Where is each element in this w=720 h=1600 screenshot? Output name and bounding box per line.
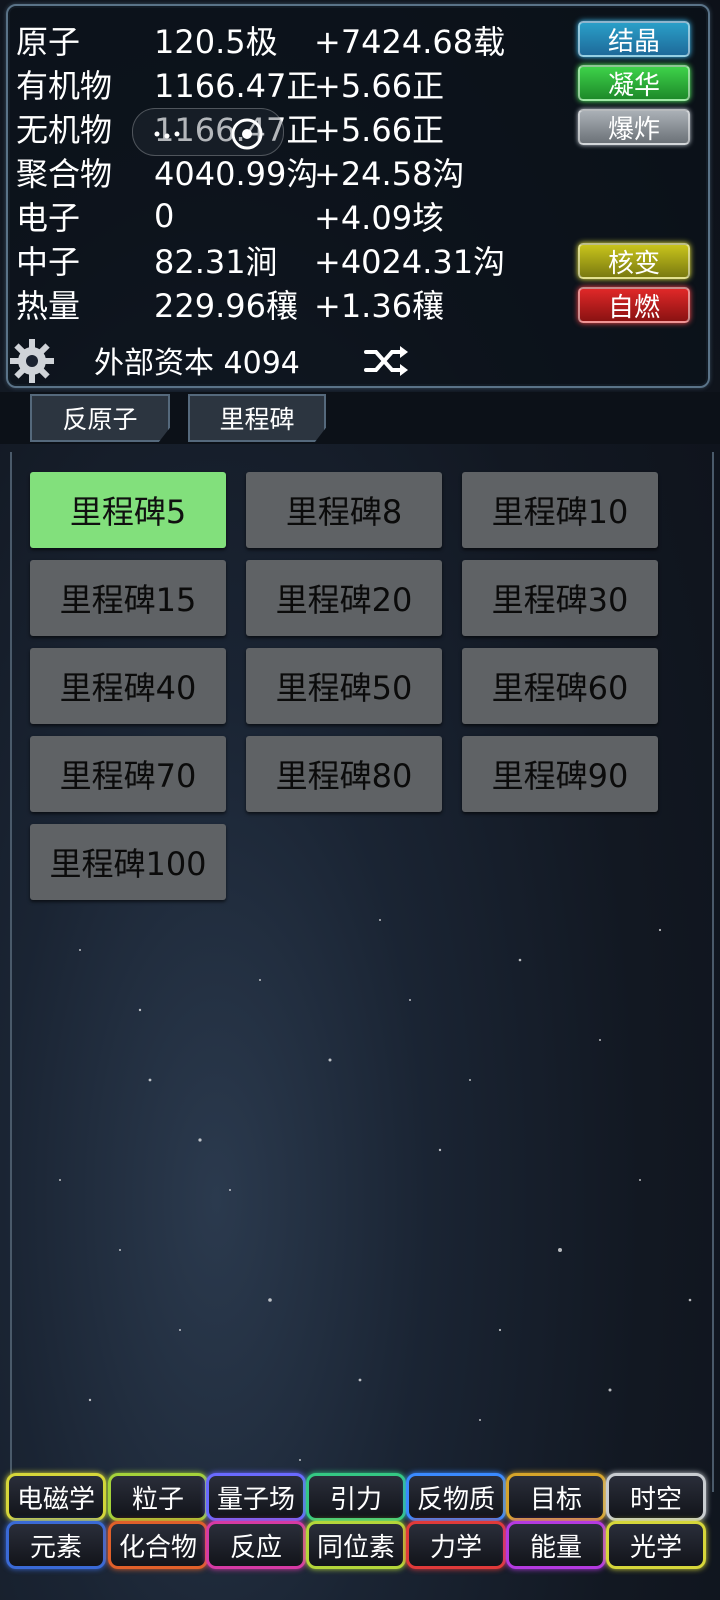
milestone-button[interactable]: 里程碑60	[462, 648, 658, 724]
milestone-button[interactable]: 里程碑15	[30, 560, 226, 636]
nav-tab[interactable]: 化合物	[108, 1521, 208, 1569]
nav-tab[interactable]: 能量	[506, 1521, 606, 1569]
nav-tab[interactable]: 粒子	[108, 1473, 208, 1521]
resource-row: 无机物 1166.47正 +5.66正	[16, 106, 576, 150]
milestone-button[interactable]: 里程碑50	[246, 648, 442, 724]
milestone-button[interactable]: 里程碑8	[246, 472, 442, 548]
nav-tab[interactable]: 光学	[606, 1521, 706, 1569]
nav-tab[interactable]: 反物质	[406, 1473, 506, 1521]
nav-tab[interactable]: 引力	[306, 1473, 406, 1521]
nav-tab[interactable]: 目标	[506, 1473, 606, 1521]
resource-row: 电子 0 +4.09垓	[16, 194, 576, 238]
resource-rate: +1.36穰	[314, 287, 445, 325]
gear-icon[interactable]	[8, 337, 56, 385]
resource-row: 聚合物 4040.99沟 +24.58沟	[16, 150, 576, 194]
resource-row: 中子 82.31涧 +4024.31沟	[16, 238, 576, 282]
milestone-button[interactable]: 里程碑100	[30, 824, 226, 900]
nav-tab[interactable]: 元素	[6, 1521, 106, 1569]
resource-rate: +24.58沟	[314, 155, 465, 193]
resource-row: 热量 229.96穰 +1.36穰	[16, 282, 576, 326]
resource-value: 120.5极	[154, 23, 278, 61]
milestone-button[interactable]: 里程碑10	[462, 472, 658, 548]
resource-name: 无机物	[16, 111, 113, 149]
resource-name: 中子	[16, 243, 81, 281]
resource-value: 0	[154, 197, 175, 235]
explode-button[interactable]: 爆炸	[578, 109, 690, 145]
resource-row: 原子 120.5极 +7424.68载	[16, 18, 576, 62]
milestone-button[interactable]: 里程碑70	[30, 736, 226, 812]
nav-tab[interactable]: 力学	[406, 1521, 506, 1569]
milestone-button[interactable]: 里程碑20	[246, 560, 442, 636]
nav-tab[interactable]: 时空	[606, 1473, 706, 1521]
resource-value: 229.96穰	[154, 287, 298, 325]
resource-rate: +4024.31沟	[314, 243, 506, 281]
resource-value: 82.31涧	[154, 243, 278, 281]
tab-bar: 反原子 里程碑	[0, 392, 720, 444]
milestone-button[interactable]: 里程碑5	[30, 472, 226, 548]
milestone-button[interactable]: 里程碑80	[246, 736, 442, 812]
milestone-button[interactable]: 里程碑40	[30, 648, 226, 724]
crystallize-button[interactable]: 结晶	[578, 21, 690, 57]
nav-tab[interactable]: 电磁学	[6, 1473, 106, 1521]
tab-milestone[interactable]: 里程碑	[188, 394, 326, 442]
shuffle-icon[interactable]	[364, 344, 408, 378]
resource-rate: +5.66正	[314, 111, 445, 149]
resource-value: 1166.47正	[154, 67, 319, 105]
resource-name: 有机物	[16, 67, 113, 105]
resource-rate: +5.66正	[314, 67, 445, 105]
milestone-button[interactable]: 里程碑90	[462, 736, 658, 812]
resource-rate: +7424.68载	[314, 23, 506, 61]
fission-button[interactable]: 核变	[578, 243, 690, 279]
sublimate-button[interactable]: 凝华	[578, 65, 690, 101]
resource-name: 电子	[16, 199, 81, 237]
nav-tab[interactable]: 反应	[206, 1521, 306, 1569]
combust-button[interactable]: 自燃	[578, 287, 690, 323]
floating-overlay-pill[interactable]	[132, 108, 284, 156]
resource-name: 原子	[16, 23, 81, 61]
resource-name: 聚合物	[16, 155, 113, 193]
nav-tab[interactable]: 量子场	[206, 1473, 306, 1521]
resource-row: 有机物 1166.47正 +5.66正	[16, 62, 576, 106]
nav-tab[interactable]: 同位素	[306, 1521, 406, 1569]
external-capital-label: 外部资本 4094	[94, 346, 300, 381]
resource-name: 热量	[16, 287, 81, 325]
overlay-controls-icon	[154, 118, 263, 150]
tab-antiatom[interactable]: 反原子	[30, 394, 170, 442]
resource-rate: +4.09垓	[314, 199, 445, 237]
milestone-button[interactable]: 里程碑30	[462, 560, 658, 636]
